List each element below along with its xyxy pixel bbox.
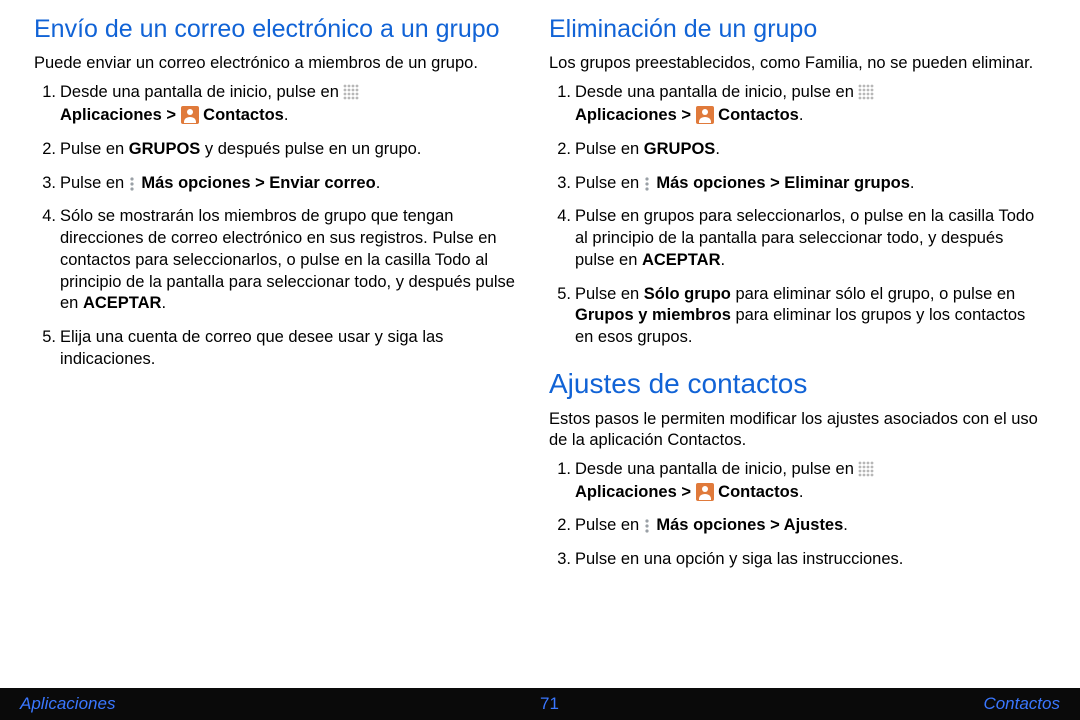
- step-text: Pulse en: [575, 174, 644, 192]
- heading-delete-group: Eliminación de un grupo: [549, 14, 1046, 45]
- person-icon: [696, 483, 714, 501]
- footer-section-right: Contactos: [983, 694, 1060, 714]
- step-bold: ACEPTAR: [642, 251, 721, 269]
- intro-delete-group: Los grupos preestablecidos, como Familia…: [549, 53, 1046, 74]
- footer-page-number: 71: [540, 694, 559, 714]
- steps-email-group: Desde una pantalla de inicio, pulse en A…: [34, 82, 531, 370]
- step-bold: Sólo grupo: [644, 285, 731, 303]
- more-vert-icon: [644, 176, 652, 192]
- step-text: Pulse en: [575, 140, 644, 158]
- footer-section-left: Aplicaciones: [20, 694, 115, 714]
- step-text: Desde una pantalla de inicio, pulse en: [60, 83, 343, 101]
- step-bold: ACEPTAR: [83, 294, 162, 312]
- step-item: Pulse en Más opciones > Enviar correo.: [60, 173, 531, 195]
- step-bold: Contactos: [199, 106, 284, 124]
- intro-contact-settings: Estos pasos le permiten modificar los aj…: [549, 409, 1046, 451]
- step-bold: Aplicaciones >: [575, 483, 696, 501]
- heading-email-group: Envío de un correo electrónico a un grup…: [34, 14, 531, 45]
- step-bold: Más opciones > Ajustes: [652, 516, 844, 534]
- step-bold: Aplicaciones >: [575, 106, 696, 124]
- step-item: Pulse en Sólo grupo para eliminar sólo e…: [575, 284, 1046, 349]
- steps-delete-group: Desde una pantalla de inicio, pulse en A…: [549, 82, 1046, 349]
- step-bold: Contactos: [714, 106, 799, 124]
- step-bold: Grupos y miembros: [575, 306, 731, 324]
- step-text: .: [910, 174, 915, 192]
- step-item: Pulse en Más opciones > Eliminar grupos.: [575, 173, 1046, 195]
- step-item: Pulse en Más opciones > Ajustes.: [575, 515, 1046, 537]
- page-footer: Aplicaciones 71 Contactos: [0, 688, 1080, 720]
- step-bold: GRUPOS: [644, 140, 716, 158]
- step-text: Desde una pantalla de inicio, pulse en: [575, 460, 858, 478]
- page-content: Envío de un correo electrónico a un grup…: [0, 0, 1080, 688]
- apps-grid-icon: [858, 461, 874, 477]
- step-bold: Más opciones > Enviar correo: [137, 174, 376, 192]
- person-icon: [696, 106, 714, 124]
- step-text: y después pulse en un grupo.: [200, 140, 421, 158]
- step-text: Pulse en: [60, 140, 129, 158]
- step-item: Desde una pantalla de inicio, pulse en A…: [575, 82, 1046, 127]
- step-text: .: [799, 106, 804, 124]
- steps-contact-settings: Desde una pantalla de inicio, pulse en A…: [549, 459, 1046, 571]
- step-item: Desde una pantalla de inicio, pulse en A…: [60, 82, 531, 127]
- step-text: Desde una pantalla de inicio, pulse en: [575, 83, 858, 101]
- step-item: Pulse en grupos para seleccionarlos, o p…: [575, 206, 1046, 271]
- left-column: Envío de un correo electrónico a un grup…: [34, 14, 531, 678]
- step-text: .: [376, 174, 381, 192]
- step-text: Elija una cuenta de correo que desee usa…: [60, 328, 443, 368]
- step-text: .: [721, 251, 726, 269]
- step-text: .: [843, 516, 848, 534]
- step-item: Pulse en una opción y siga las instrucci…: [575, 549, 1046, 571]
- step-item: Pulse en GRUPOS.: [575, 139, 1046, 161]
- step-item: Elija una cuenta de correo que desee usa…: [60, 327, 531, 371]
- step-text: .: [161, 294, 166, 312]
- apps-grid-icon: [858, 84, 874, 100]
- heading-contact-settings: Ajustes de contactos: [549, 367, 1046, 401]
- step-text: Pulse en una opción y siga las instrucci…: [575, 550, 903, 568]
- step-bold: Más opciones > Eliminar grupos: [652, 174, 910, 192]
- step-text: Pulse en: [575, 516, 644, 534]
- person-icon: [181, 106, 199, 124]
- step-text: .: [715, 140, 720, 158]
- more-vert-icon: [644, 518, 652, 534]
- more-vert-icon: [129, 176, 137, 192]
- step-text: .: [284, 106, 289, 124]
- step-item: Sólo se mostrarán los miembros de grupo …: [60, 206, 531, 315]
- step-text: Pulse en: [575, 285, 644, 303]
- intro-email-group: Puede enviar un correo electrónico a mie…: [34, 53, 531, 74]
- apps-grid-icon: [343, 84, 359, 100]
- step-bold: Aplicaciones >: [60, 106, 181, 124]
- right-column: Eliminación de un grupo Los grupos prees…: [549, 14, 1046, 678]
- step-bold: Contactos: [714, 483, 799, 501]
- step-item: Pulse en GRUPOS y después pulse en un gr…: [60, 139, 531, 161]
- step-item: Desde una pantalla de inicio, pulse en A…: [575, 459, 1046, 504]
- step-text: .: [799, 483, 804, 501]
- step-bold: GRUPOS: [129, 140, 201, 158]
- step-text: Pulse en: [60, 174, 129, 192]
- step-text: para eliminar sólo el grupo, o pulse en: [731, 285, 1015, 303]
